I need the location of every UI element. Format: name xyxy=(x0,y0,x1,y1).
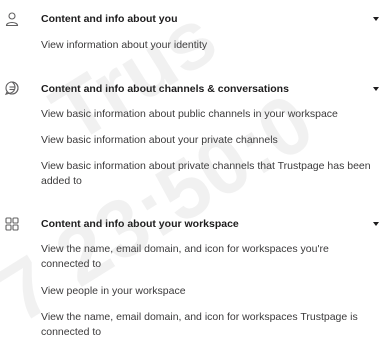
permission-item: View people in your workspace xyxy=(41,285,186,297)
section-title: Content and info about you xyxy=(41,13,178,25)
permission-item: View the name, email domain, and icon fo… xyxy=(41,243,329,270)
permission-item: View basic information about your privat… xyxy=(41,134,278,146)
permission-item: View basic information about public chan… xyxy=(41,108,338,120)
collapse-caret-icon[interactable] xyxy=(373,222,379,226)
permission-item: View basic information about private cha… xyxy=(41,160,371,187)
collapse-caret-icon[interactable] xyxy=(373,17,379,21)
person-icon xyxy=(4,11,20,27)
collapse-caret-icon[interactable] xyxy=(373,87,379,91)
section-title: Content and info about your workspace xyxy=(41,218,239,230)
chat-bubble-icon xyxy=(4,80,20,96)
section-title: Content and info about channels & conver… xyxy=(41,83,289,95)
permission-item: View information about your identity xyxy=(41,39,208,51)
grid-icon xyxy=(4,216,20,232)
permission-item: View the name, email domain, and icon fo… xyxy=(41,311,358,338)
